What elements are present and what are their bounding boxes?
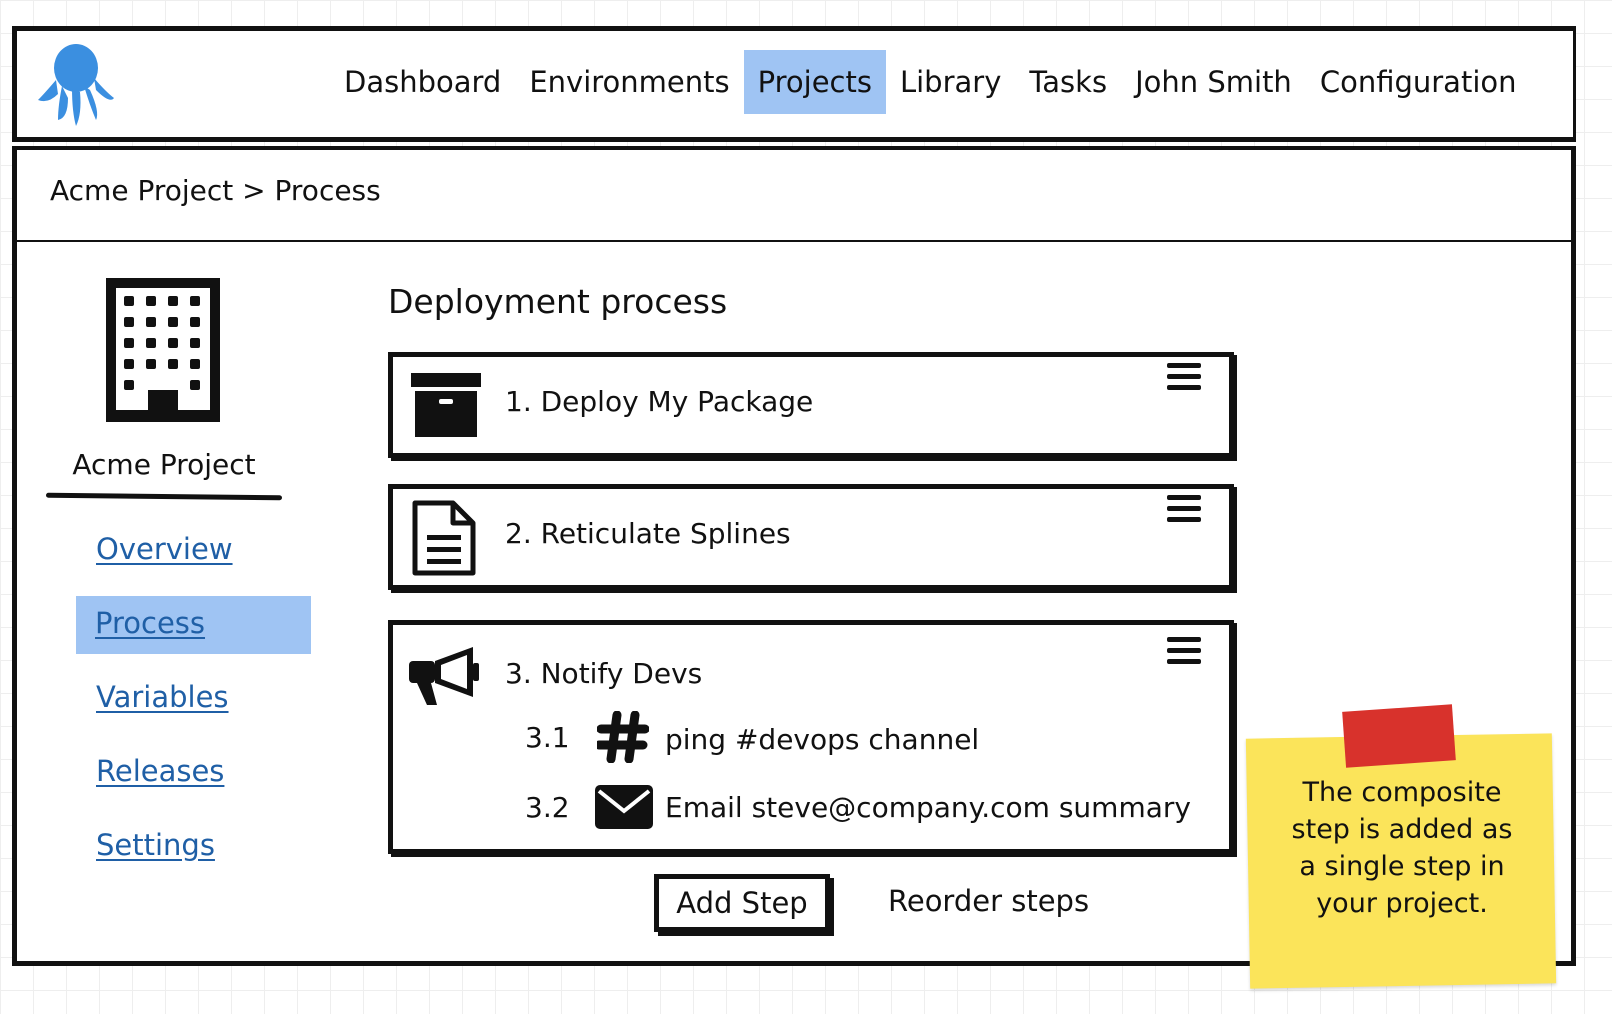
substep-number: 3.2 — [525, 791, 570, 824]
step-card-2[interactable]: 2. Reticulate Splines — [388, 484, 1234, 590]
note-line: step is added as — [1291, 814, 1513, 845]
add-step-button[interactable]: Add Step — [654, 874, 830, 932]
step-title: 1. Deploy My Package — [505, 385, 814, 418]
tape-strip — [1342, 704, 1456, 768]
sidebar-link-settings[interactable]: Settings — [96, 828, 215, 862]
archive-box-icon — [411, 373, 481, 437]
breadcrumb: Acme Project > Process — [50, 174, 381, 207]
project-name: Acme Project — [72, 448, 256, 481]
nav-library[interactable]: Library — [886, 50, 1015, 114]
hamburger-menu-icon[interactable] — [1167, 637, 1201, 665]
nav-dashboard[interactable]: Dashboard — [330, 50, 515, 114]
hamburger-menu-icon[interactable] — [1167, 495, 1201, 523]
octopus-logo-icon — [38, 44, 114, 126]
substep-number: 3.1 — [525, 721, 570, 754]
reorder-steps-link[interactable]: Reorder steps — [888, 884, 1089, 918]
sticky-note-text: The composite step is added as a single … — [1252, 774, 1552, 922]
megaphone-icon — [409, 647, 479, 705]
substep-text: Email steve@company.com summary — [665, 791, 1191, 824]
sidebar-link-overview[interactable]: Overview — [96, 532, 233, 566]
nav-configuration[interactable]: Configuration — [1306, 50, 1531, 114]
hamburger-menu-icon[interactable] — [1167, 363, 1201, 391]
step-card-3[interactable]: 3. Notify Devs 3.1 ping #devops channel … — [388, 620, 1234, 854]
hashtag-icon — [597, 711, 649, 763]
note-line: your project. — [1316, 888, 1488, 919]
nav-user-menu[interactable]: John Smith — [1121, 50, 1306, 114]
envelope-icon — [595, 785, 653, 829]
page-title: Deployment process — [388, 282, 728, 321]
sidebar-link-releases[interactable]: Releases — [96, 754, 224, 788]
step-title: 3. Notify Devs — [505, 657, 703, 690]
nav-environments[interactable]: Environments — [515, 50, 743, 114]
main-nav: Dashboard Environments Projects Library … — [330, 50, 1531, 114]
document-icon — [412, 500, 476, 576]
nav-projects[interactable]: Projects — [743, 50, 886, 114]
note-line: The composite — [1302, 777, 1502, 808]
nav-tasks[interactable]: Tasks — [1015, 50, 1121, 114]
substep-text: ping #devops channel — [665, 723, 980, 756]
sidebar-link-process[interactable]: Process — [95, 606, 205, 640]
sidebar-link-variables[interactable]: Variables — [96, 680, 229, 714]
step-card-1[interactable]: 1. Deploy My Package — [388, 352, 1234, 458]
step-title: 2. Reticulate Splines — [505, 517, 791, 550]
note-line: a single step in — [1299, 851, 1505, 882]
building-icon — [106, 278, 220, 422]
